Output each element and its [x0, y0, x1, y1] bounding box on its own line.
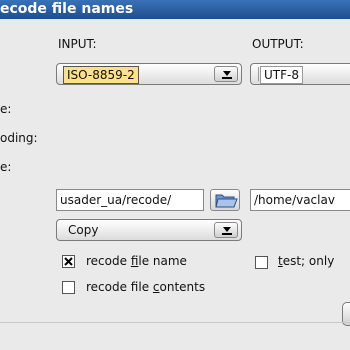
x-check-icon	[64, 257, 73, 266]
title-bar: ecode file names	[0, 0, 350, 19]
test-only-checkbox[interactable]	[255, 256, 268, 269]
recode-file-contents-label: recode file contents	[86, 280, 206, 294]
output-header: OUTPUT:	[252, 37, 304, 51]
label-directory-partial: e:	[0, 160, 12, 174]
window-title: ecode file names	[0, 1, 134, 17]
folder-open-icon	[215, 194, 238, 208]
dropdown-arrow-icon	[223, 71, 231, 76]
output-directory-field[interactable]: /home/vaclav	[250, 189, 350, 211]
mode-dropdown-button[interactable]	[214, 222, 238, 238]
dropdown-arrow-icon	[223, 227, 231, 232]
browse-folder-button[interactable]	[210, 189, 240, 211]
recode-file-name-checkbox[interactable]	[62, 255, 75, 268]
recode-file-name-label: recode file name	[86, 254, 187, 268]
divider	[0, 322, 350, 323]
input-encoding-dropdown-button[interactable]	[214, 66, 238, 82]
recode-file-contents-checkbox[interactable]	[62, 281, 75, 294]
output-encoding-value[interactable]: UTF-8	[260, 66, 303, 84]
mode-combo[interactable]: Copy	[56, 219, 242, 241]
input-encoding-combo[interactable]: ISO-8859-2	[56, 63, 242, 85]
input-encoding-value[interactable]: ISO-8859-2	[63, 66, 139, 84]
input-directory-field[interactable]: usader_ua/recode/	[56, 189, 204, 211]
mode-value: Copy	[68, 223, 99, 237]
input-header: INPUT:	[58, 37, 97, 51]
output-encoding-combo[interactable]: UTF-8	[250, 63, 350, 85]
test-only-label: test; only	[278, 254, 335, 268]
label-encoding-partial: e:	[0, 102, 12, 116]
label-decoding-partial: oding:	[0, 131, 38, 145]
